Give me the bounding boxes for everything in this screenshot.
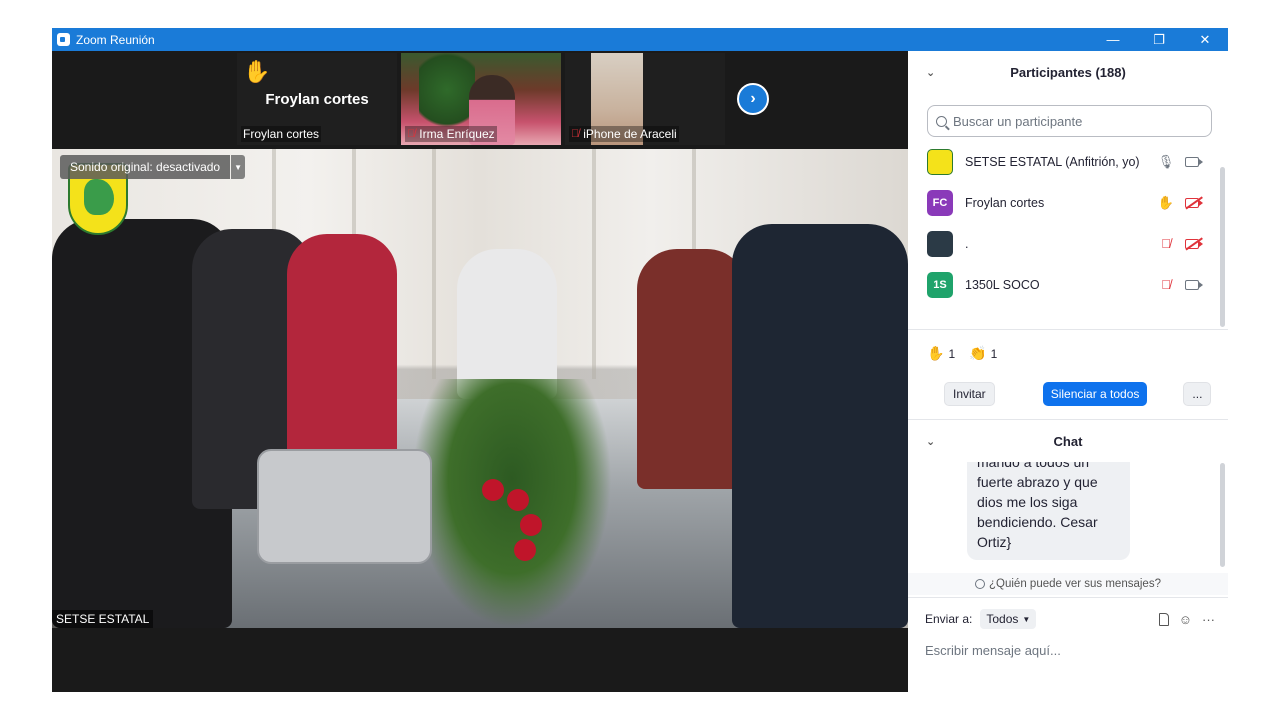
chat-title: Chat <box>1053 433 1083 449</box>
restore-button[interactable]: ❐ <box>1136 28 1182 51</box>
handbag <box>257 449 432 564</box>
tile-name-label: Froylan cortes <box>241 126 322 142</box>
chevron-down-icon[interactable]: ▼ <box>231 155 246 179</box>
participant-row[interactable]: SETSE ESTATAL (Anfitrión, yo) 🎙 <box>908 141 1228 182</box>
ornament <box>507 489 529 511</box>
chat-messages: mando a todos un fuerte abrazo y que dio… <box>908 462 1228 572</box>
ornament <box>482 479 504 501</box>
participant-name: Froylan cortes <box>965 195 1045 210</box>
participant-search[interactable] <box>927 105 1212 137</box>
avatar <box>927 230 953 257</box>
avatar <box>927 148 953 175</box>
send-to-row: Enviar a: Todos ▼ ☺ ··· <box>925 607 1215 631</box>
tile-name-label: 🎙̸ iPhone de Araceli <box>569 126 679 142</box>
reaction-clap: 👏 1 <box>969 345 998 361</box>
title-bar: Zoom Reunión — ❐ ✕ <box>52 28 1228 51</box>
zoom-app-icon <box>57 33 70 46</box>
participant-row[interactable]: . 🎙̸ <box>908 223 1228 264</box>
tile-display-name: Froylan cortes <box>265 91 369 108</box>
mic-muted-icon: 🎙̸ <box>407 128 416 140</box>
participant-name: SETSE ESTATAL (Anfitrión, yo) <box>965 154 1140 169</box>
active-speaker-video[interactable]: Sonido original: desactivado ▼ SETSE EST… <box>52 149 908 628</box>
video-off-icon[interactable] <box>1184 237 1203 251</box>
avatar: FC <box>927 189 953 216</box>
participant-name: . <box>965 236 969 251</box>
participant-tile-froylan[interactable]: ✋ Froylan cortes Froylan cortes <box>237 53 397 145</box>
divider <box>908 329 1228 330</box>
person-figure <box>287 234 397 474</box>
next-page-arrow-icon[interactable]: › <box>737 83 769 115</box>
raised-hand-icon: ✋ <box>1157 194 1175 210</box>
video-off-icon[interactable] <box>1184 196 1203 210</box>
tile-name-label: 🎙̸ Irma Enríquez <box>405 126 497 142</box>
chat-input[interactable] <box>925 639 1215 661</box>
chat-header: ⌄ Chat <box>908 423 1228 459</box>
window-title: Zoom Reunión <box>76 32 155 47</box>
person-icon <box>975 579 986 589</box>
participants-scrollbar[interactable] <box>1220 167 1225 327</box>
participant-list: SETSE ESTATAL (Anfitrión, yo) 🎙 FC Froyl… <box>908 141 1228 327</box>
participants-header: ⌄ Participantes (188) <box>908 51 1228 93</box>
minimize-button[interactable]: — <box>1090 28 1136 51</box>
video-camera-icon[interactable] <box>1184 155 1203 169</box>
divider <box>908 419 1228 420</box>
more-options-button[interactable]: ... <box>1183 382 1212 406</box>
chevron-down-icon[interactable]: ⌄ <box>926 435 935 448</box>
recipient-dropdown[interactable]: Todos ▼ <box>980 609 1037 629</box>
mic-muted-icon[interactable]: 🎙̸ <box>1158 277 1174 292</box>
file-icon[interactable] <box>1158 612 1169 626</box>
mic-muted-icon: 🎙̸ <box>571 128 580 140</box>
window-controls: — ❐ ✕ <box>1090 28 1228 51</box>
participant-status: 🎙 <box>1158 154 1203 169</box>
participants-title: Participantes (188) <box>1010 64 1126 80</box>
chat-tools: ☺ ··· <box>1158 612 1215 627</box>
person-figure <box>457 249 557 399</box>
participant-tile-araceli[interactable]: 🎙̸ iPhone de Araceli <box>565 53 725 145</box>
original-sound-label[interactable]: Sonido original: desactivado <box>60 155 231 179</box>
chevron-down-icon: ▼ <box>1022 614 1031 624</box>
side-panel: ⌄ Participantes (188) SETSE ESTATAL (Anf… <box>908 51 1228 692</box>
original-sound-control[interactable]: Sonido original: desactivado ▼ <box>60 155 246 179</box>
zoom-window: Zoom Reunión — ❐ ✕ ✋ Froylan cortes Froy… <box>52 28 1228 692</box>
close-button[interactable]: ✕ <box>1182 28 1228 51</box>
invite-button[interactable]: Invitar <box>944 382 995 406</box>
participant-status: 🎙̸ <box>1158 236 1203 251</box>
send-to-label: Enviar a: <box>925 612 973 626</box>
speaker-name-label: SETSE ESTATAL <box>52 610 154 628</box>
search-input[interactable] <box>953 113 1203 129</box>
curtain-fold <box>432 149 436 379</box>
mute-all-button[interactable]: Silenciar a todos <box>1042 382 1148 406</box>
participant-status: ✋ <box>1157 194 1203 210</box>
ornament <box>520 514 542 536</box>
participant-row[interactable]: 1S 1350L SOCO 🎙̸ <box>908 264 1228 305</box>
more-icon[interactable]: ··· <box>1202 612 1215 627</box>
mic-muted-icon[interactable]: 🎙̸ <box>1158 236 1174 251</box>
participant-name: 1350L SOCO <box>965 277 1040 292</box>
search-icon <box>936 115 947 127</box>
emoji-icon[interactable]: ☺ <box>1179 612 1192 627</box>
person-figure <box>732 224 908 628</box>
clapping-hands-icon: 👏 <box>969 345 987 361</box>
chevron-down-icon[interactable]: ⌄ <box>926 66 935 79</box>
person-figure <box>637 249 747 489</box>
chat-message[interactable]: mando a todos un fuerte abrazo y que dio… <box>967 462 1130 560</box>
gallery-strip: ✋ Froylan cortes Froylan cortes 🎙̸ Irma … <box>237 53 725 145</box>
participant-tile-irma[interactable]: 🎙̸ Irma Enríquez <box>401 53 561 145</box>
divider <box>908 597 1228 598</box>
participant-status: 🎙̸ <box>1158 277 1203 292</box>
curtain-fold <box>592 149 596 379</box>
ornament <box>514 539 536 561</box>
microphone-icon[interactable]: 🎙 <box>1158 154 1175 169</box>
video-area: ✋ Froylan cortes Froylan cortes 🎙̸ Irma … <box>52 51 908 692</box>
who-can-see-link[interactable]: ¿Quién puede ver sus mensajes? <box>908 573 1228 595</box>
participant-row[interactable]: FC Froylan cortes ✋ <box>908 182 1228 223</box>
reaction-counts: ✋ 1 👏 1 <box>927 345 997 362</box>
chat-scrollbar[interactable] <box>1220 463 1225 567</box>
participant-actions: Invitar Silenciar a todos ... <box>944 382 1212 406</box>
avatar: 1S <box>927 271 953 298</box>
reaction-raised-hand: ✋ 1 <box>927 345 956 361</box>
video-camera-icon[interactable] <box>1184 278 1203 292</box>
raised-hand-icon: ✋ <box>927 345 945 361</box>
raised-hand-icon: ✋ <box>243 59 271 84</box>
